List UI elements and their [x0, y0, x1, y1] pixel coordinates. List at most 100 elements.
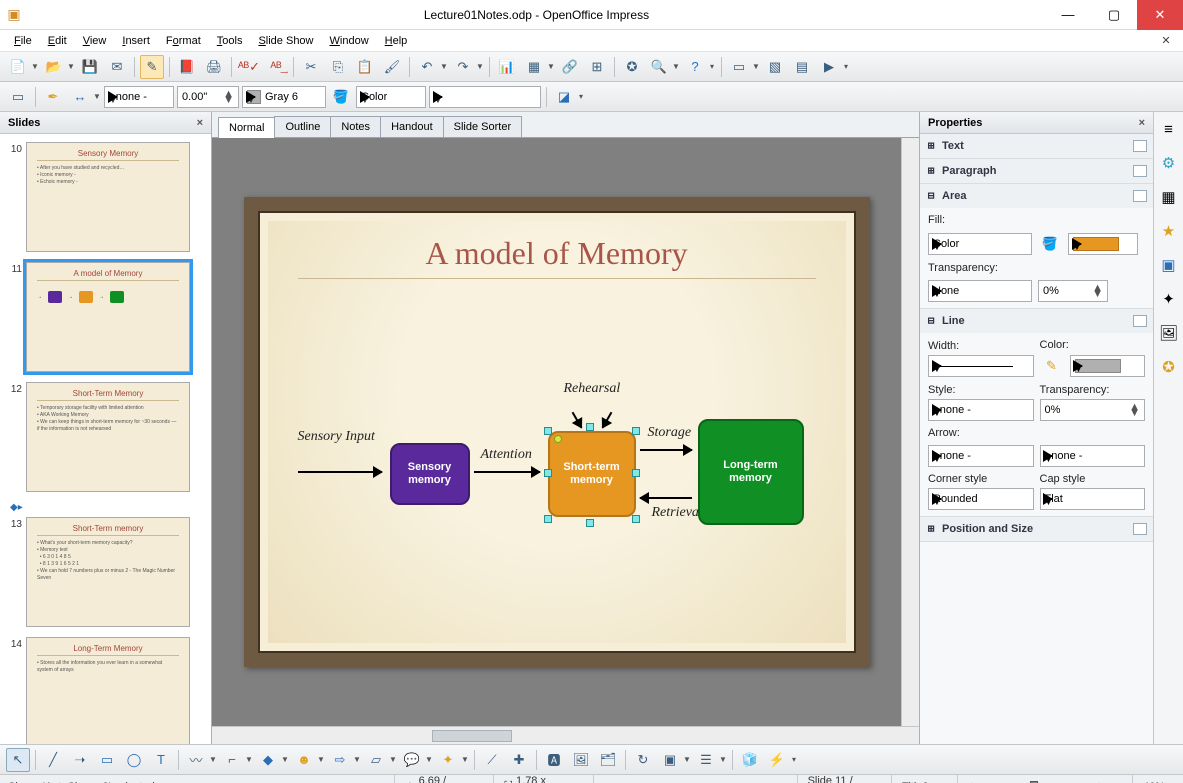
sidebar-menu-icon[interactable]: ≡ — [1158, 118, 1180, 140]
slide-button[interactable]: ▭ — [727, 55, 751, 79]
gluepoints-tool[interactable]: ✚ — [507, 748, 531, 772]
extrusion-tool[interactable]: 🧊 — [738, 748, 762, 772]
gallery-tab-icon[interactable]: 🖼 — [1158, 322, 1180, 344]
text-more-icon[interactable] — [1133, 140, 1147, 152]
alignment-tool[interactable]: ▣ — [658, 748, 682, 772]
handle[interactable] — [632, 427, 640, 435]
format-paintbrush-button[interactable]: 🖌 — [380, 55, 404, 79]
slide-thumb-10[interactable]: 10 Sensory Memory• After you have studie… — [4, 142, 207, 252]
text-tool[interactable]: T — [149, 748, 173, 772]
menu-tools[interactable]: Tools — [209, 32, 251, 50]
styles-tab-icon[interactable]: ✦ — [1158, 288, 1180, 310]
box-short-term[interactable]: Short-term memory — [548, 431, 636, 517]
menu-help[interactable]: Help — [377, 32, 416, 50]
slides-scroll[interactable]: 10 Sensory Memory• After you have studie… — [0, 134, 211, 744]
print-button[interactable]: 🖨 — [202, 55, 226, 79]
slide-transition-tab-icon[interactable]: ▣ — [1158, 254, 1180, 276]
redo-dropdown[interactable]: ▼ — [476, 62, 484, 71]
transparency-mode-combo[interactable]: None▼ — [928, 280, 1032, 302]
line-style-combo[interactable]: - none -▼ — [928, 399, 1034, 421]
arrange-tool[interactable]: ☰ — [694, 748, 718, 772]
ellipse-tool[interactable]: ◯ — [122, 748, 146, 772]
fill-mode-combo[interactable]: Color▼ — [928, 233, 1032, 255]
callout-tool[interactable]: 💬 — [400, 748, 424, 772]
navigator-tab-icon[interactable]: ✪ — [1158, 356, 1180, 378]
handle[interactable] — [544, 469, 552, 477]
line-color-combo[interactable]: ▼ — [1070, 355, 1146, 377]
handle[interactable] — [632, 515, 640, 523]
arrow-style-button[interactable]: ↔ — [68, 85, 92, 109]
paste-button[interactable]: 📋 — [353, 55, 377, 79]
paragraph-more-icon[interactable] — [1133, 165, 1147, 177]
arrow-start-combo[interactable]: - none -▼ — [928, 445, 1034, 467]
interaction-tool[interactable]: ⚡ — [765, 748, 789, 772]
slide-dropdown[interactable]: ▼ — [752, 62, 760, 71]
undo-dropdown[interactable]: ▼ — [440, 62, 448, 71]
connector-tool[interactable]: ⌐ — [220, 748, 244, 772]
properties-tab-icon[interactable]: ⚙ — [1158, 152, 1180, 174]
slides-panel-close[interactable]: × — [197, 117, 203, 129]
block-arrows-tool[interactable]: ⇨ — [328, 748, 352, 772]
line-color-icon[interactable]: ✒ — [41, 85, 65, 109]
handle[interactable] — [632, 469, 640, 477]
line-style-combo[interactable]: - none -▼ — [104, 86, 174, 108]
maximize-button[interactable]: ▢ — [1091, 0, 1137, 30]
arrow-tool[interactable]: ➝ — [68, 748, 92, 772]
zoom-controls[interactable]: ⊖ ⊕ — [957, 775, 1114, 783]
line-tool[interactable]: ╱ — [41, 748, 65, 772]
new-doc-button[interactable]: 📄 — [6, 55, 30, 79]
select-tool[interactable]: ↖ — [6, 748, 30, 772]
menu-edit[interactable]: Edit — [40, 32, 75, 50]
hyperlink-button[interactable]: 🔗 — [558, 55, 582, 79]
edit-file-button[interactable]: ✎ — [140, 55, 164, 79]
save-button[interactable]: 💾 — [78, 55, 102, 79]
handle[interactable] — [544, 515, 552, 523]
area-more-icon[interactable] — [1133, 190, 1147, 202]
fill-bucket-icon[interactable]: 🪣 — [1038, 232, 1062, 256]
copy-button[interactable]: ⎘ — [326, 55, 350, 79]
rotate-tool[interactable]: ↻ — [631, 748, 655, 772]
undo-button[interactable]: ↶ — [415, 55, 439, 79]
close-button[interactable]: ✕ — [1137, 0, 1183, 30]
new-doc-dropdown[interactable]: ▼ — [31, 62, 39, 71]
adjust-handle[interactable] — [554, 435, 562, 443]
toolbar-overflow-1[interactable]: ▾ — [708, 62, 716, 71]
curve-tool[interactable]: 〰 — [184, 748, 208, 772]
zoom-percent[interactable]: 46% — [1132, 775, 1175, 783]
properties-close[interactable]: × — [1139, 117, 1145, 129]
autospell-button[interactable]: ᴬᴮ͢ — [264, 55, 288, 79]
zoom-dropdown[interactable]: ▼ — [672, 62, 680, 71]
symbol-shapes-tool[interactable]: ☻ — [292, 748, 316, 772]
transparency-value-spinner[interactable]: 0%▲▼ — [1038, 280, 1108, 302]
menu-file[interactable]: File — [6, 32, 40, 50]
chart-button[interactable]: 📊 — [495, 55, 519, 79]
vertical-scrollbar[interactable] — [901, 138, 919, 726]
cap-style-combo[interactable]: Flat▼ — [1040, 488, 1146, 510]
fontwork-tool[interactable]: 🅰 — [542, 748, 566, 772]
from-file-tool[interactable]: 🖼 — [569, 748, 593, 772]
tab-notes[interactable]: Notes — [330, 116, 381, 137]
email-button[interactable]: ✉ — [105, 55, 129, 79]
toolbar-overflow-2[interactable]: ▾ — [842, 62, 850, 71]
stars-tool[interactable]: ✦ — [436, 748, 460, 772]
slide-thumb-13[interactable]: 13 Short-Term memory• What's your short-… — [4, 517, 207, 627]
points-tool[interactable]: ⟋ — [480, 748, 504, 772]
gallery-tool[interactable]: 🗂 — [596, 748, 620, 772]
horizontal-scrollbar[interactable] — [212, 726, 919, 744]
arrow-style-dropdown[interactable]: ▼ — [93, 92, 101, 101]
line-toolbar-overflow[interactable]: ▾ — [577, 92, 585, 101]
menu-insert[interactable]: Insert — [114, 32, 158, 50]
slide-thumb-12[interactable]: 12 Short-Term Memory• Temporary storage … — [4, 382, 207, 492]
table-button[interactable]: ▦ — [522, 55, 546, 79]
master-pages-tab-icon[interactable]: ▦ — [1158, 186, 1180, 208]
slide-thumb-14[interactable]: 14 Long-Term Memory• Stores all the info… — [4, 637, 207, 744]
line-transparency-spinner[interactable]: 0%▲▼ — [1040, 399, 1146, 421]
slide-thumb-11[interactable]: 11 A model of Memory →→→ — [4, 262, 207, 372]
fill-bucket-icon[interactable]: 🪣 — [329, 85, 353, 109]
document-close-button[interactable]: ✕ — [1155, 34, 1177, 47]
menu-window[interactable]: Window — [322, 32, 377, 50]
tab-normal[interactable]: Normal — [218, 117, 275, 138]
export-pdf-button[interactable]: 📕 — [175, 55, 199, 79]
flowchart-tool[interactable]: ▱ — [364, 748, 388, 772]
fill-type-combo[interactable]: Color▼ — [356, 86, 426, 108]
